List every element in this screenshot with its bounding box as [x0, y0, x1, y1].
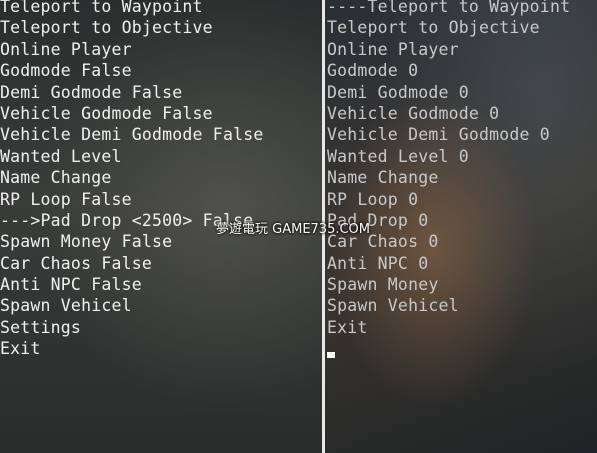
menu-item-rp-loop[interactable]: RP Loop False: [0, 189, 263, 210]
menu-item-anti-npc[interactable]: Anti NPC 0: [327, 253, 570, 274]
menu-item-teleport-objective[interactable]: Teleport to Objective: [0, 17, 263, 38]
menu-item-godmode[interactable]: Godmode False: [0, 60, 263, 81]
menu-item-wanted-level[interactable]: Wanted Level: [0, 146, 263, 167]
right-menu-list: ----Teleport to Waypoint Teleport to Obj…: [327, 0, 570, 338]
menu-item-wanted-level[interactable]: Wanted Level 0: [327, 146, 570, 167]
menu-item-spawn-money[interactable]: Spawn Money: [327, 274, 570, 295]
site-watermark: 夢遊電玩 GAME735.COM: [216, 222, 371, 237]
menu-item-online-player[interactable]: Online Player: [0, 39, 263, 60]
menu-item-exit[interactable]: Exit: [0, 338, 263, 359]
menu-item-vehicle-godmode[interactable]: Vehicle Godmode 0: [327, 103, 570, 124]
menu-item-teleport-waypoint-selected[interactable]: ----Teleport to Waypoint: [327, 0, 570, 17]
menu-item-name-change[interactable]: Name Change: [0, 167, 263, 188]
menu-item-car-chaos[interactable]: Car Chaos False: [0, 253, 263, 274]
menu-item-rp-loop[interactable]: RP Loop 0: [327, 189, 570, 210]
menu-item-anti-npc[interactable]: Anti NPC False: [0, 274, 263, 295]
menu-item-vehicle-demi-godmode[interactable]: Vehicle Demi Godmode 0: [327, 124, 570, 145]
menu-item-online-player[interactable]: Online Player: [327, 39, 570, 60]
menu-item-vehicle-godmode[interactable]: Vehicle Godmode False: [0, 103, 263, 124]
menu-item-demi-godmode[interactable]: Demi Godmode 0: [327, 82, 570, 103]
left-menu-list: Teleport to Waypoint Teleport to Objecti…: [0, 0, 263, 360]
menu-item-godmode[interactable]: Godmode 0: [327, 60, 570, 81]
menu-item-spawn-vehicel[interactable]: Spawn Vehicel: [327, 295, 570, 316]
menu-item-vehicle-demi-godmode[interactable]: Vehicle Demi Godmode False: [0, 124, 263, 145]
text-cursor: [327, 352, 335, 358]
menu-item-teleport-objective[interactable]: Teleport to Objective: [327, 17, 570, 38]
menu-item-teleport-waypoint[interactable]: Teleport to Waypoint: [0, 0, 263, 17]
menu-item-demi-godmode[interactable]: Demi Godmode False: [0, 82, 263, 103]
menu-item-name-change[interactable]: Name Change: [327, 167, 570, 188]
menu-item-spawn-vehicel[interactable]: Spawn Vehicel: [0, 295, 263, 316]
menu-item-settings[interactable]: Settings: [0, 317, 263, 338]
menu-item-exit[interactable]: Exit: [327, 317, 570, 338]
